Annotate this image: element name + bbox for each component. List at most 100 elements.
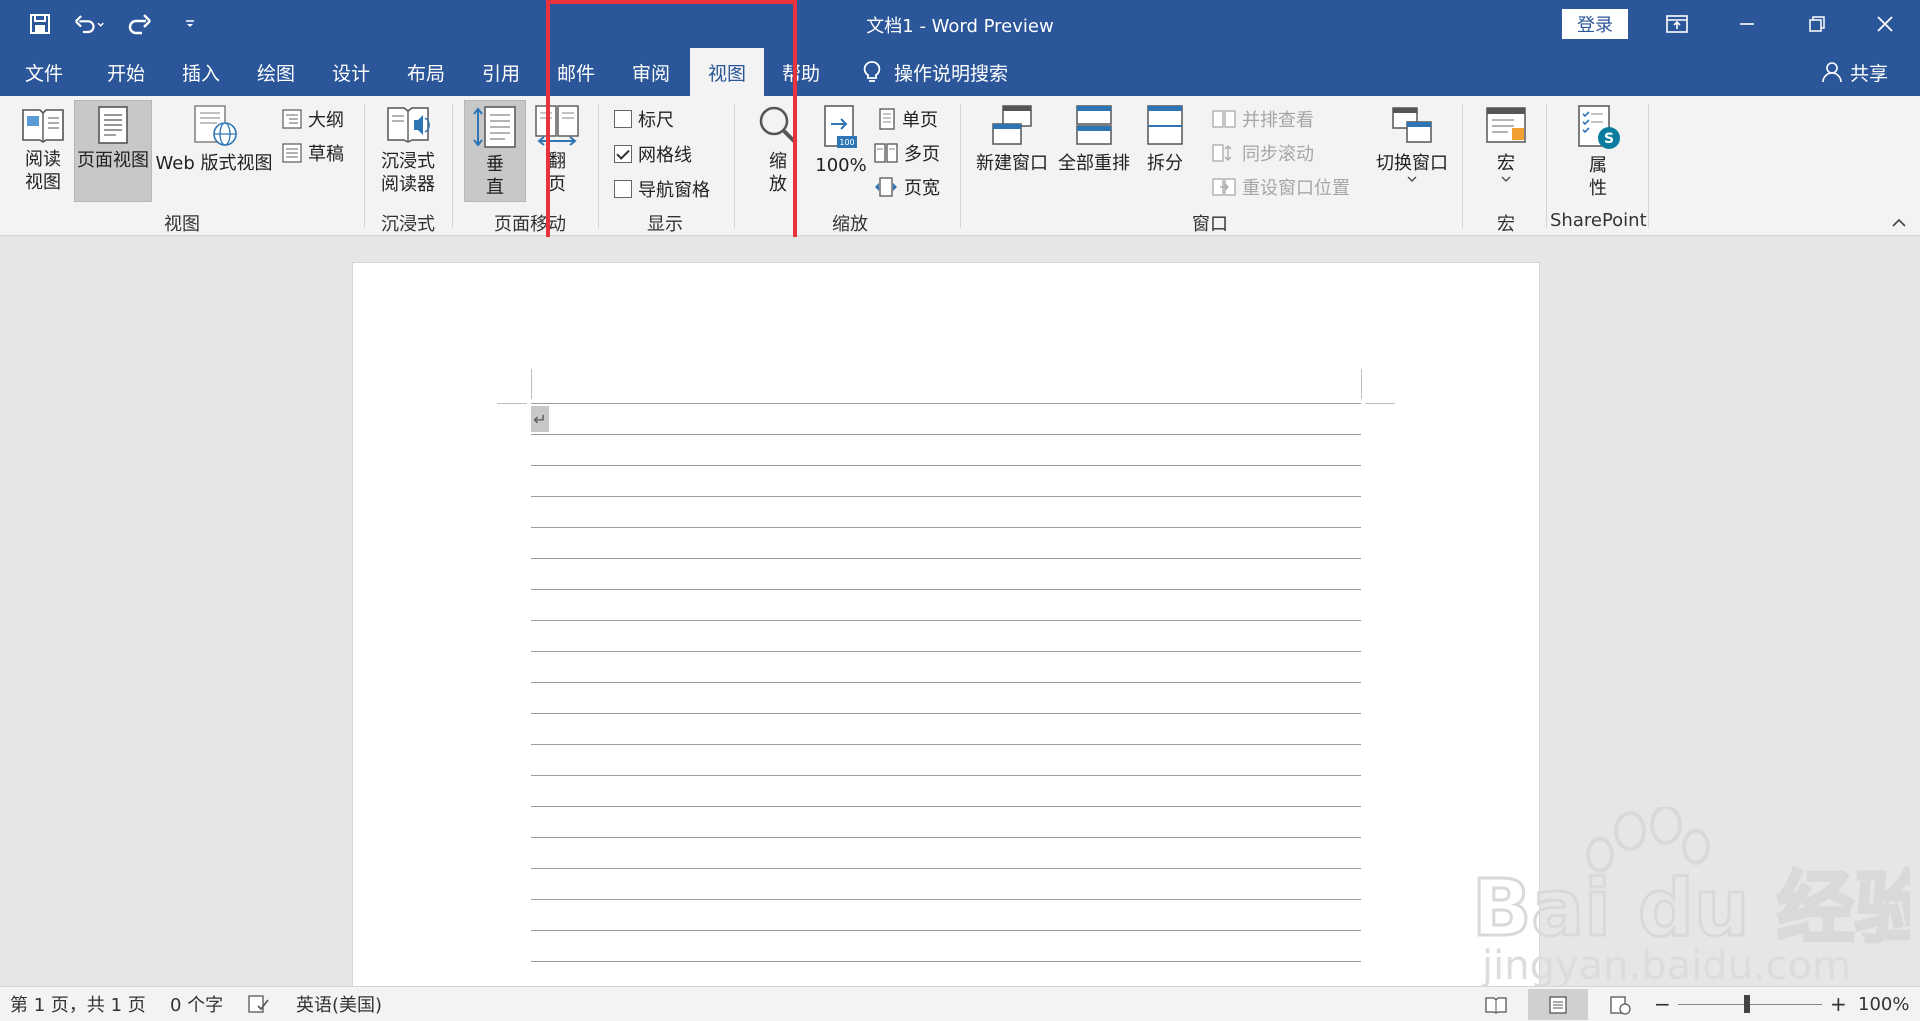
minimize-icon (1740, 23, 1754, 25)
lightbulb-icon (863, 61, 881, 82)
navigation-pane-check-box[interactable] (614, 180, 632, 198)
tab-help[interactable]: 帮助 (775, 48, 827, 96)
ribbon: 阅读 视图 页面视图 Web 版式视图 大纲 草稿 视图 沉浸式 阅读器 沉浸式… (0, 96, 1920, 236)
side-to-side-button[interactable]: 翻 页 (530, 104, 584, 196)
vertical-page-movement-button[interactable]: 垂 直 (464, 100, 526, 202)
group-label-show: 显示 (647, 214, 683, 235)
zoom-out-button[interactable]: − (1654, 987, 1671, 1021)
close-icon (1877, 16, 1893, 32)
status-web-layout-button[interactable] (1590, 989, 1650, 1020)
document-gridline (531, 899, 1361, 900)
view-side-by-side-button[interactable]: 并排查看 (1212, 106, 1314, 132)
new-window-icon (992, 105, 1032, 145)
zoom-in-button[interactable]: + (1830, 987, 1847, 1021)
tab-design[interactable]: 设计 (325, 48, 377, 96)
ribbon-display-options-button[interactable] (1642, 0, 1712, 48)
tab-review[interactable]: 审阅 (625, 48, 677, 96)
macros-button[interactable]: 宏 (1474, 104, 1538, 183)
zoom-slider-thumb[interactable] (1744, 995, 1750, 1013)
tab-file[interactable]: 文件 (18, 48, 70, 96)
zoom-100-button[interactable]: 100 100% (812, 104, 870, 177)
macros-icon (1486, 107, 1526, 143)
document-gridline (531, 651, 1361, 652)
group-label-macros: 宏 (1497, 214, 1515, 235)
restore-icon (1809, 16, 1825, 32)
document-area[interactable]: ↵ Bai du 经验 jingyan.baidu.com (0, 237, 1920, 986)
proofing-status[interactable] (248, 987, 270, 1021)
ruler-check-box[interactable] (614, 110, 632, 128)
tab-insert[interactable]: 插入 (175, 48, 227, 96)
vertical-scroll-icon (473, 106, 516, 148)
read-mode-button[interactable]: 阅读 视图 (14, 104, 72, 194)
ribbon-tab-bar: 文件 开始 插入 绘图 设计 布局 引用 邮件 审阅 视图 帮助 操作说明搜索 … (0, 48, 1920, 96)
tell-me-search[interactable]: 操作说明搜索 (862, 48, 1008, 96)
arrange-all-button[interactable]: 全部重排 (1054, 104, 1134, 175)
multiple-pages-button[interactable]: 多页 (874, 140, 940, 166)
sync-scroll-icon (1212, 144, 1232, 162)
tab-layout[interactable]: 布局 (400, 48, 452, 96)
gridlines-check-box[interactable] (614, 145, 632, 163)
outline-icon (282, 109, 302, 129)
document-gridline (531, 496, 1361, 497)
close-button[interactable] (1850, 0, 1920, 48)
one-page-button[interactable]: 单页 (878, 106, 938, 132)
proofing-icon (248, 995, 269, 1013)
document-page[interactable]: ↵ (352, 262, 1540, 986)
page-width-button[interactable]: 页宽 (874, 174, 940, 200)
document-gridline (531, 868, 1361, 869)
person-icon (1822, 62, 1842, 83)
side-by-side-icon (1212, 110, 1236, 128)
tab-mailings[interactable]: 邮件 (550, 48, 602, 96)
reset-window-position-button[interactable]: 重设窗口位置 (1212, 174, 1350, 200)
group-separator (734, 104, 735, 228)
switch-windows-button[interactable]: 切换窗口 (1370, 104, 1454, 183)
split-button[interactable]: 拆分 (1140, 104, 1190, 175)
collapse-ribbon-button[interactable] (1890, 214, 1908, 232)
properties-button[interactable]: S 属 性 (1570, 104, 1626, 200)
tab-home[interactable]: 开始 (100, 48, 152, 96)
print-layout-button[interactable]: 页面视图 (74, 100, 152, 202)
arrange-all-icon (1076, 105, 1112, 145)
page-count-status[interactable]: 第 1 页，共 1 页 (10, 987, 146, 1021)
web-layout-button[interactable]: Web 版式视图 (154, 104, 274, 175)
gridlines-checkbox[interactable]: 网格线 (614, 141, 692, 167)
document-gridline (531, 775, 1361, 776)
group-label-sharepoint: SharePoint (1550, 210, 1647, 231)
watermark-brand: Bai du 经验 (1472, 864, 1910, 954)
synchronous-scrolling-button[interactable]: 同步滚动 (1212, 140, 1314, 166)
draft-button[interactable]: 草稿 (282, 140, 344, 166)
tab-references[interactable]: 引用 (475, 48, 527, 96)
immersive-reader-button[interactable]: 沉浸式 阅读器 (374, 104, 442, 196)
document-gridline (531, 434, 1361, 435)
restore-button[interactable] (1782, 0, 1852, 48)
outline-button[interactable]: 大纲 (282, 106, 344, 132)
status-read-mode-button[interactable] (1466, 989, 1526, 1020)
tab-draw[interactable]: 绘图 (250, 48, 302, 96)
new-window-button[interactable]: 新建窗口 (972, 104, 1052, 175)
status-print-layout-button[interactable] (1528, 989, 1588, 1020)
group-separator (960, 104, 961, 228)
document-gridline (531, 465, 1361, 466)
document-gridline (531, 527, 1361, 528)
watermark-url: jingyan.baidu.com (1481, 943, 1851, 986)
word-count-status[interactable]: 0 个字 (170, 987, 223, 1021)
navigation-pane-checkbox[interactable]: 导航窗格 (614, 176, 710, 202)
ribbon-display-icon (1666, 15, 1688, 33)
group-label-zoom: 缩放 (832, 214, 868, 235)
zoom-level[interactable]: 100% (1858, 987, 1909, 1021)
ruler-checkbox[interactable]: 标尺 (614, 106, 674, 132)
language-status[interactable]: 英语(美国) (296, 987, 382, 1021)
tab-view[interactable]: 视图 (690, 48, 764, 96)
zoom-button[interactable]: 缩 放 (750, 104, 806, 196)
login-button[interactable]: 登录 (1562, 9, 1628, 39)
share-button[interactable]: 共享 (1822, 48, 1888, 96)
group-label-window: 窗口 (1192, 214, 1228, 235)
zoom-slider-track[interactable] (1678, 1004, 1822, 1005)
group-separator (598, 104, 599, 228)
split-icon (1147, 105, 1183, 145)
minimize-button[interactable] (1712, 0, 1782, 48)
chevron-down-icon (1501, 176, 1511, 182)
group-separator (1546, 104, 1547, 228)
print-layout-icon (98, 106, 128, 144)
baidu-jingyan-watermark: Bai du 经验 jingyan.baidu.com (1471, 807, 1910, 986)
